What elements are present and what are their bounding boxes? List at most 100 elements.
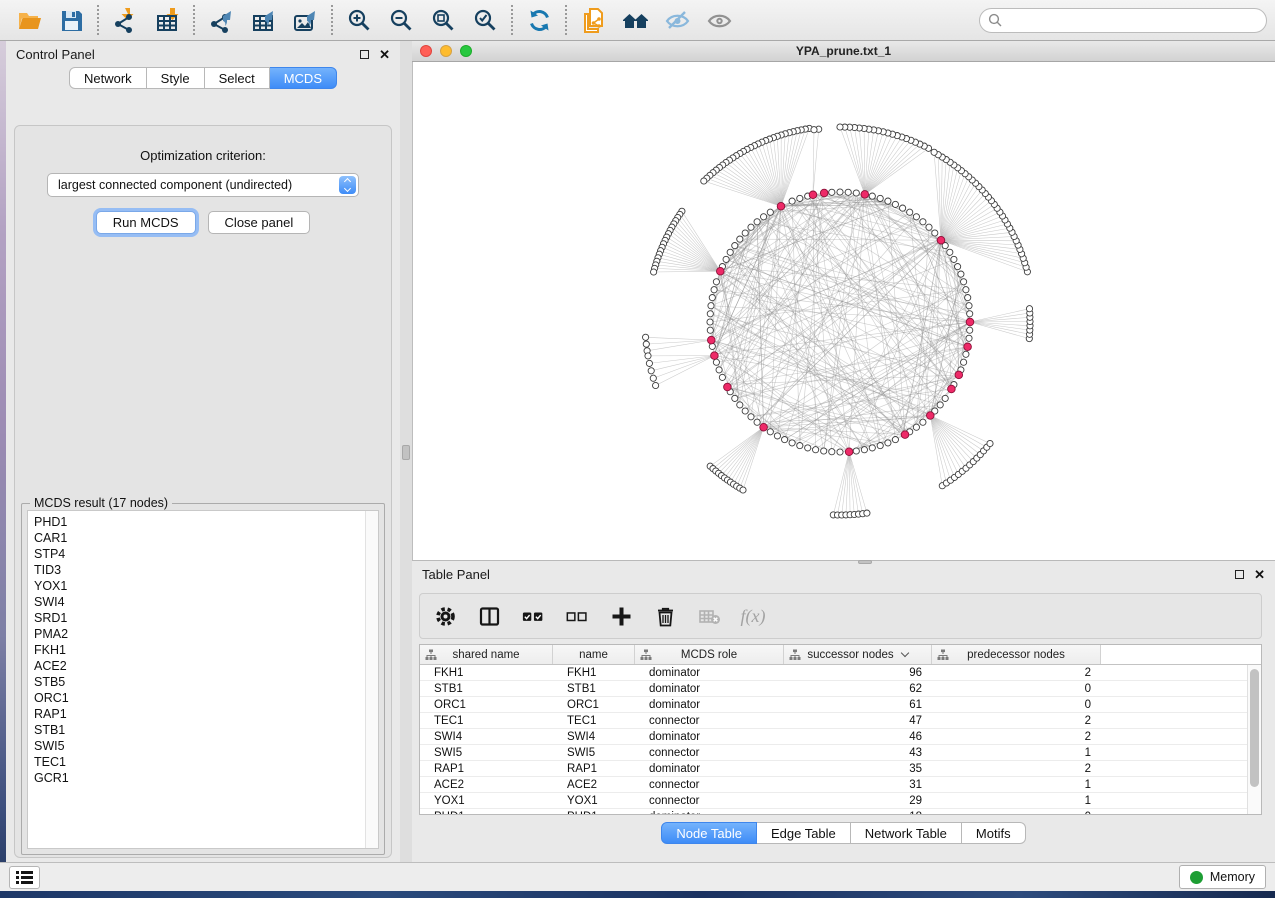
table-scrollbar[interactable] [1247,665,1261,814]
cell-shared-name: ACE2 [420,779,553,791]
memory-button[interactable]: Memory [1179,865,1266,889]
tab-select[interactable]: Select [205,67,270,89]
result-list-item[interactable]: CAR1 [34,530,378,546]
column-header-name[interactable]: name [553,645,635,664]
result-list-item[interactable]: FKH1 [34,642,378,658]
export-image-icon[interactable] [284,3,326,37]
table-row[interactable]: FKH1FKH1dominator962 [420,665,1247,681]
columns-icon[interactable] [474,601,504,631]
column-header-shared-name[interactable]: shared name [420,645,553,664]
export-network-icon[interactable] [200,3,242,37]
table-row[interactable]: TEC1TEC1connector472 [420,713,1247,729]
refresh-icon[interactable] [518,3,560,37]
toolbar-separator [97,5,99,35]
result-list-item[interactable]: RAP1 [34,706,378,722]
float-panel-icon[interactable] [360,50,369,59]
result-list-item[interactable]: TEC1 [34,754,378,770]
show-eye-icon[interactable] [698,3,740,37]
gear-icon[interactable] [430,601,460,631]
hide-eye-icon[interactable] [656,3,698,37]
splitter-grip[interactable] [858,560,872,564]
network-window-titlebar: YPA_prune.txt_1 [412,41,1275,62]
cell-name: PHD1 [553,811,635,815]
tab-node-table[interactable]: Node Table [661,822,757,844]
run-mcds-button[interactable]: Run MCDS [96,211,196,234]
result-list-item[interactable]: PHD1 [34,514,378,530]
cell-successor-nodes: 62 [784,683,932,695]
table-row[interactable]: SWI4SWI4dominator462 [420,729,1247,745]
close-panel-icon[interactable]: ✕ [1254,570,1265,579]
mcds-result-list[interactable]: PHD1CAR1STP4TID3YOX1SWI4SRD1PMA2FKH1ACE2… [27,510,379,849]
result-list-item[interactable]: STB1 [34,722,378,738]
tab-edge-table[interactable]: Edge Table [757,822,851,844]
result-list-item[interactable]: STB5 [34,674,378,690]
table-row[interactable]: RAP1RAP1dominator352 [420,761,1247,777]
tab-style[interactable]: Style [147,67,205,89]
result-list-item[interactable]: SWI4 [34,594,378,610]
result-list-item[interactable]: SRD1 [34,610,378,626]
table-panel: Table Panel ✕ f(x) shared namenameMCDS r… [412,560,1275,862]
table-row[interactable]: ACE2ACE2connector311 [420,777,1247,793]
save-icon[interactable] [50,3,92,37]
tab-network[interactable]: Network [69,67,147,89]
import-table-icon[interactable] [146,3,188,37]
zoom-in-icon[interactable] [338,3,380,37]
network-graph[interactable] [413,62,1275,560]
table-row[interactable]: SWI5SWI5connector431 [420,745,1247,761]
zoom-fit-icon[interactable] [422,3,464,37]
table-row[interactable]: YOX1YOX1connector291 [420,793,1247,809]
deselect-all-icon[interactable] [562,601,592,631]
search-input[interactable] [979,8,1267,33]
table-row[interactable]: ORC1ORC1dominator610 [420,697,1247,713]
show-panels-button[interactable] [9,866,40,889]
tab-motifs[interactable]: Motifs [962,822,1026,844]
close-panel-button[interactable]: Close panel [208,211,311,234]
cell-predecessor-nodes: 1 [932,795,1101,807]
table-body: FKH1FKH1dominator962STB1STB1dominator620… [420,665,1247,814]
column-header-successor-nodes[interactable]: successor nodes [784,645,932,664]
result-list-scrollbar[interactable] [365,511,378,848]
optimization-criterion-dropdown[interactable]: largest connected component (undirected) [47,173,359,197]
import-network-icon[interactable] [104,3,146,37]
table-row[interactable]: STB1STB1dominator620 [420,681,1247,697]
close-panel-icon[interactable]: ✕ [379,50,390,59]
duplicate-network-icon[interactable] [572,3,614,37]
cell-predecessor-nodes: 1 [932,779,1101,791]
export-table-icon[interactable] [242,3,284,37]
result-list-item[interactable]: GCR1 [34,770,378,786]
splitter-grip[interactable] [402,445,410,460]
toolbar-separator [331,5,333,35]
select-all-icon[interactable] [518,601,548,631]
column-header-filler [1101,645,1261,664]
vertical-splitter[interactable] [400,41,412,862]
column-header-MCDS-role[interactable]: MCDS role [635,645,784,664]
cell-shared-name: STB1 [420,683,553,695]
result-list-item[interactable]: YOX1 [34,578,378,594]
result-list-item[interactable]: TID3 [34,562,378,578]
tab-mcds[interactable]: MCDS [270,67,337,89]
cell-shared-name: YOX1 [420,795,553,807]
cell-name: SWI4 [553,731,635,743]
network-view-canvas[interactable] [412,62,1275,560]
sort-desc-icon [900,649,908,657]
toolbar-separator [511,5,513,35]
add-icon[interactable] [606,601,636,631]
zoom-out-icon[interactable] [380,3,422,37]
column-header-predecessor-nodes[interactable]: predecessor nodes [932,645,1101,664]
result-list-item[interactable]: PMA2 [34,626,378,642]
houses-icon[interactable] [614,3,656,37]
scrollbar-thumb[interactable] [1250,669,1259,787]
result-list-item[interactable]: ORC1 [34,690,378,706]
tab-network-table[interactable]: Network Table [851,822,962,844]
open-icon[interactable] [8,3,50,37]
zoom-selected-icon[interactable] [464,3,506,37]
result-list-item[interactable]: STP4 [34,546,378,562]
cell-name: SWI5 [553,747,635,759]
mcds-result-title: MCDS result (17 nodes) [30,496,172,510]
dropdown-stepper-icon [339,176,356,194]
result-list-item[interactable]: SWI5 [34,738,378,754]
table-row[interactable]: PHD1PHD1dominator180 [420,809,1247,814]
float-panel-icon[interactable] [1235,570,1244,579]
result-list-item[interactable]: ACE2 [34,658,378,674]
delete-icon[interactable] [650,601,680,631]
